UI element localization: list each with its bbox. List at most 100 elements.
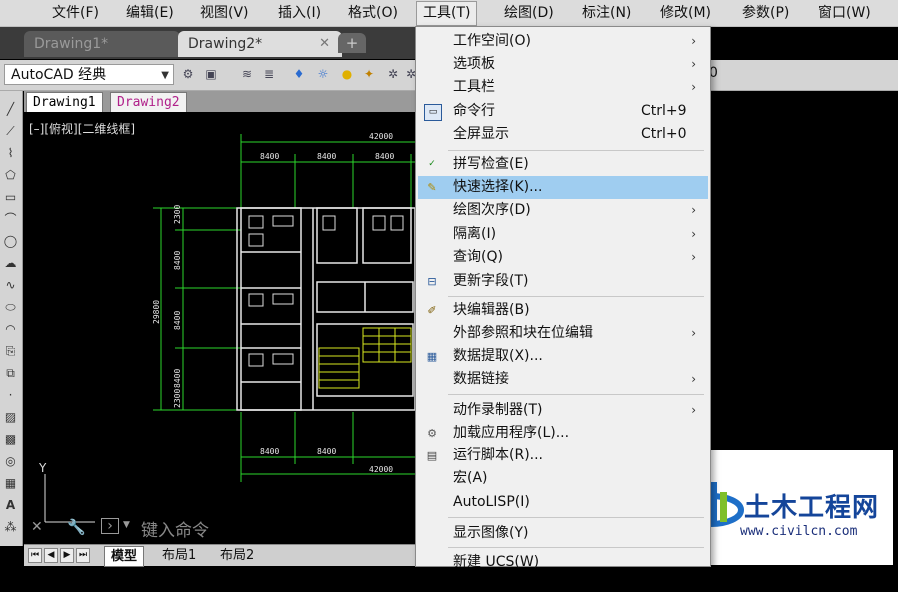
circle-icon[interactable]: ◯ bbox=[2, 233, 19, 249]
menu-item-label: 显示图像(Y) bbox=[453, 525, 529, 541]
menu-item-label: 工具栏 bbox=[453, 79, 495, 95]
layer-settings-icon[interactable]: ✲ bbox=[386, 67, 400, 81]
menu-format[interactable]: 格式(O) bbox=[342, 3, 404, 23]
menu-item-draw-order[interactable]: 绘图次序(D) › bbox=[418, 199, 708, 222]
command-prompt-icon[interactable]: › bbox=[101, 518, 119, 534]
menu-item-macro[interactable]: 宏(A) bbox=[418, 467, 708, 490]
ellipse-icon[interactable]: ⬭ bbox=[2, 299, 19, 315]
last-tab-icon[interactable]: ⏭ bbox=[76, 548, 90, 563]
hatch-icon[interactable]: ▨ bbox=[2, 409, 19, 425]
polygon-icon[interactable]: ⬠ bbox=[2, 167, 19, 183]
ellipse-arc-icon[interactable]: ◠ bbox=[2, 321, 19, 337]
ucs-y-label: Y bbox=[38, 461, 47, 475]
workspace-toolbar: AutoCAD 经典 ▼ ⚙ ▣ ≋ ≣ ♦ ☼ ● ✦ ✲ ✲ bbox=[0, 60, 420, 91]
menu-item-label: 外部参照和块在位编辑 bbox=[453, 325, 593, 341]
menu-item-load-application[interactable]: ⚙ 加载应用程序(L)... bbox=[418, 422, 708, 445]
menu-item-quick-select[interactable]: ✎ 快速选择(K)... bbox=[418, 176, 708, 199]
menu-tools[interactable]: 工具(T) bbox=[416, 1, 478, 26]
lightbulb-icon[interactable]: ♦ bbox=[292, 67, 306, 81]
file-tab-drawing1[interactable]: Drawing1 bbox=[26, 92, 103, 113]
close-icon[interactable]: ✕ bbox=[31, 519, 43, 535]
freeze-icon[interactable]: ☼ bbox=[316, 67, 330, 81]
menu-item-autolisp[interactable]: AutoLISP(I) bbox=[418, 491, 708, 514]
gradient-icon[interactable]: ▩ bbox=[2, 431, 19, 447]
menu-item-workspaces[interactable]: 工作空间(O) › bbox=[418, 30, 708, 53]
table-icon[interactable]: ▦ bbox=[2, 475, 19, 491]
chevron-right-icon: › bbox=[691, 203, 696, 217]
tab-model[interactable]: 模型 bbox=[104, 546, 145, 567]
line-icon[interactable]: ╱ bbox=[2, 101, 19, 117]
layer-lock-icon[interactable]: ✦ bbox=[362, 67, 376, 81]
menu-dimension[interactable]: 标注(N) bbox=[576, 3, 637, 23]
point-icon[interactable]: · bbox=[2, 387, 19, 403]
workspace-settings-icon[interactable]: ▣ bbox=[204, 67, 218, 81]
spline-icon[interactable]: ∿ bbox=[2, 277, 19, 293]
menu-item-spell-check[interactable]: ✓ 拼写检查(E) bbox=[418, 153, 708, 176]
lightbulb-on-icon[interactable]: ● bbox=[340, 67, 354, 81]
make-block-icon[interactable]: ⧉ bbox=[2, 365, 19, 381]
menu-item-fullscreen[interactable]: 全屏显示 Ctrl+0 bbox=[418, 123, 708, 146]
layer-state-icon[interactable]: ≣ bbox=[262, 67, 276, 81]
tab-drawing2-label: Drawing2* bbox=[188, 36, 263, 52]
region-icon[interactable]: ◎ bbox=[2, 453, 19, 469]
tab-drawing2[interactable]: Drawing2* ✕ bbox=[178, 31, 342, 57]
menu-item-action-recorder[interactable]: 动作录制器(T) › bbox=[418, 399, 708, 422]
chevron-right-icon: › bbox=[691, 372, 696, 386]
tab-drawing1[interactable]: Drawing1* bbox=[24, 31, 180, 57]
menu-edit[interactable]: 编辑(E) bbox=[120, 3, 180, 23]
prev-tab-icon[interactable]: ◀ bbox=[44, 548, 58, 563]
menu-parameters[interactable]: 参数(P) bbox=[736, 3, 795, 23]
layer-icon[interactable]: ≋ bbox=[240, 67, 254, 81]
tab-layout2[interactable]: 布局2 bbox=[214, 546, 260, 565]
menu-draw[interactable]: 绘图(D) bbox=[498, 3, 560, 23]
menu-item-label: 绘图次序(D) bbox=[453, 202, 531, 218]
layout-tab-bar: ⏮ ◀ ▶ ⏭ 模型 布局1 布局2 bbox=[24, 544, 424, 567]
file-tab-drawing2[interactable]: Drawing2 bbox=[110, 92, 187, 113]
construction-line-icon[interactable]: ⟋ bbox=[2, 123, 19, 139]
plus-icon: + bbox=[345, 34, 359, 52]
chevron-down-icon[interactable]: ▼ bbox=[123, 520, 130, 530]
polyline-icon[interactable]: ⌇ bbox=[2, 145, 19, 161]
menu-view[interactable]: 视图(V) bbox=[194, 3, 255, 23]
workspace-select[interactable]: AutoCAD 经典 ▼ bbox=[4, 64, 174, 85]
menu-file[interactable]: 文件(F) bbox=[46, 3, 105, 23]
menu-item-isolate[interactable]: 隔离(I) › bbox=[418, 223, 708, 246]
menu-item-display-image[interactable]: 显示图像(Y) bbox=[418, 522, 708, 545]
menu-insert[interactable]: 插入(I) bbox=[272, 3, 327, 23]
command-input[interactable]: 键入命令 bbox=[141, 516, 209, 541]
close-tab-icon[interactable]: ✕ bbox=[319, 31, 330, 57]
add-selected-icon[interactable]: ⁂ bbox=[2, 519, 19, 535]
new-tab-button[interactable]: + bbox=[338, 33, 366, 53]
revcloud-icon[interactable]: ☁ bbox=[2, 255, 19, 271]
dim-side-mid-2: 8400 bbox=[173, 311, 182, 330]
menu-item-toolbars[interactable]: 工具栏 › bbox=[418, 76, 708, 99]
command-line[interactable]: ✕ 🔧 › ▼ 键入命令 bbox=[23, 512, 415, 542]
menu-item-new-ucs[interactable]: 新建 UCS(W) bbox=[418, 551, 708, 574]
menu-item-update-fields[interactable]: ⊟ 更新字段(T) bbox=[418, 270, 708, 293]
arc-icon[interactable]: ⌒ bbox=[2, 211, 19, 227]
menu-item-xref-edit[interactable]: 外部参照和块在位编辑 › bbox=[418, 322, 708, 345]
block-editor-icon: ✐ bbox=[427, 304, 437, 317]
menu-item-command-line[interactable]: ▭ 命令行 Ctrl+9 bbox=[418, 100, 708, 123]
dim-total-bottom: 42000 bbox=[369, 465, 393, 474]
dim-side-bottom: 2300 bbox=[173, 389, 182, 408]
wrench-icon[interactable]: 🔧 bbox=[67, 518, 86, 536]
menu-item-inquiry[interactable]: 查询(Q) › bbox=[418, 246, 708, 269]
rectangle-icon[interactable]: ▭ bbox=[2, 189, 19, 205]
menu-item-label: 数据提取(X)... bbox=[453, 348, 543, 364]
menu-modify[interactable]: 修改(M) bbox=[654, 3, 717, 23]
next-tab-icon[interactable]: ▶ bbox=[60, 548, 74, 563]
multiline-text-icon[interactable]: A bbox=[2, 497, 19, 513]
tab-layout1[interactable]: 布局1 bbox=[156, 546, 202, 565]
insert-block-icon[interactable]: ⎘ bbox=[2, 343, 19, 359]
menu-item-data-links[interactable]: 数据链接 › bbox=[418, 368, 708, 391]
drawing-canvas[interactable]: [–][俯视][二维线框] 42000 8400 8400 8400 8400 … bbox=[23, 112, 415, 544]
gear-icon[interactable]: ⚙ bbox=[181, 67, 195, 81]
dim-bay-top-1: 8400 bbox=[260, 152, 279, 161]
menu-item-palettes[interactable]: 选项板 › bbox=[418, 53, 708, 76]
menu-window[interactable]: 窗口(W) bbox=[812, 3, 877, 23]
menu-item-block-editor[interactable]: ✐ 块编辑器(B) bbox=[418, 299, 708, 322]
first-tab-icon[interactable]: ⏮ bbox=[28, 548, 42, 563]
menu-item-run-script[interactable]: ▤ 运行脚本(R)... bbox=[418, 444, 708, 467]
menu-item-data-extraction[interactable]: ▦ 数据提取(X)... bbox=[418, 345, 708, 368]
